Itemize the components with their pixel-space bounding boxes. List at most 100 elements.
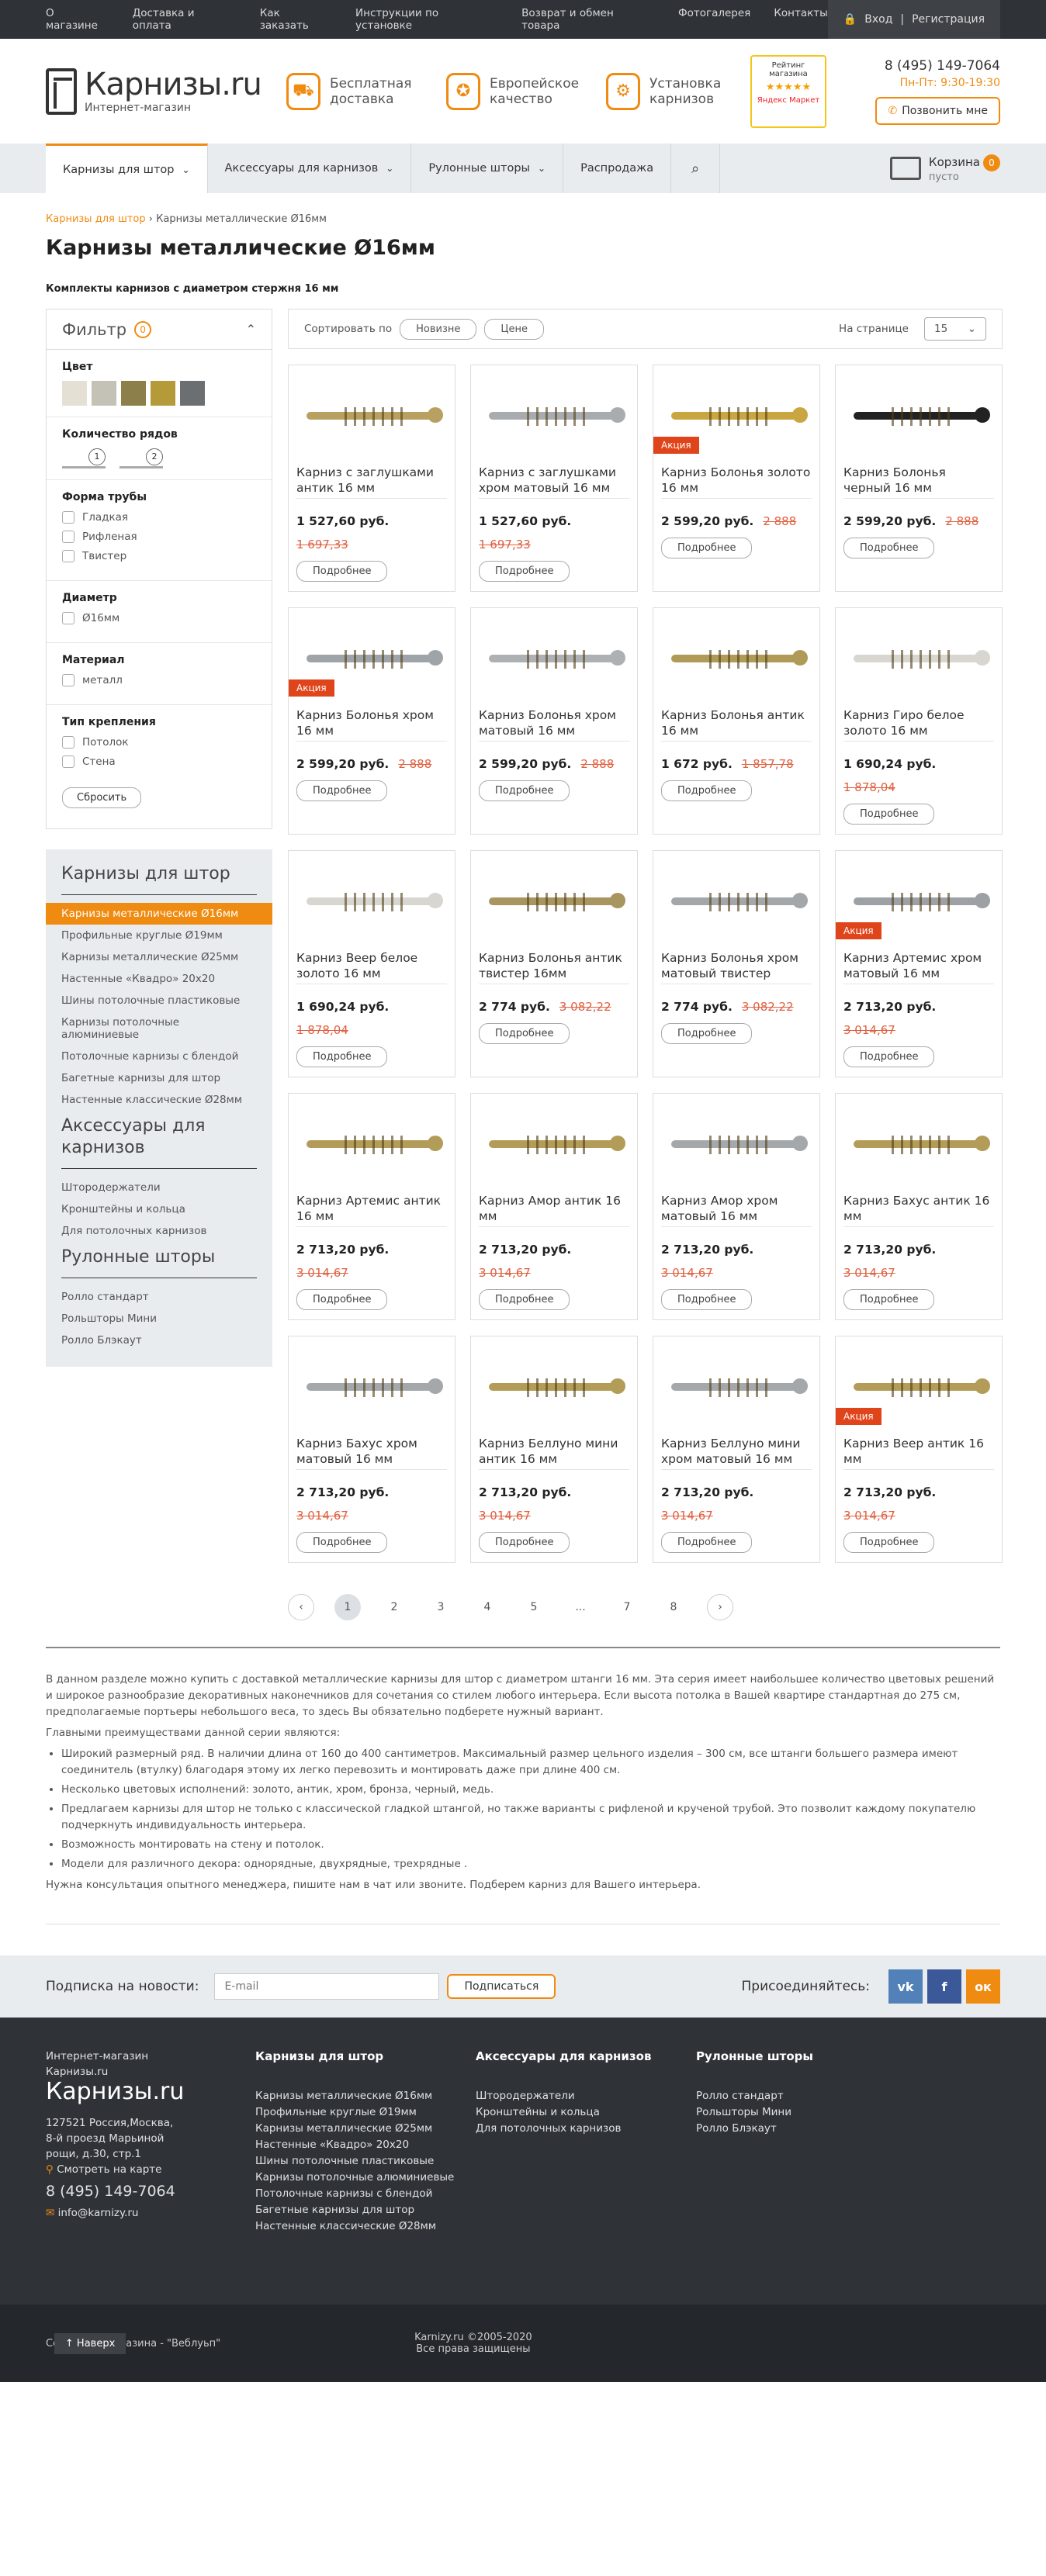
filter-option[interactable]: Гладкая	[62, 511, 256, 524]
details-button[interactable]: Подробнее	[843, 538, 935, 558]
page-link[interactable]: 2	[381, 1594, 407, 1620]
register-link[interactable]: Регистрация	[912, 13, 985, 26]
product-name[interactable]: Карниз Амор антик 16 мм	[479, 1193, 629, 1227]
nav-sale[interactable]: Распродажа	[563, 143, 672, 193]
product-name[interactable]: Карниз Беллуно мини антик 16 мм	[479, 1436, 629, 1470]
details-button[interactable]: Подробнее	[296, 1289, 388, 1310]
details-button[interactable]: Подробнее	[296, 1532, 388, 1553]
details-button[interactable]: Подробнее	[479, 1023, 570, 1044]
top-nav-link[interactable]: Контакты	[774, 7, 827, 32]
color-swatch[interactable]	[151, 381, 175, 406]
breadcrumb-home[interactable]: Карнизы для штор	[46, 213, 146, 225]
page-link[interactable]: 4	[474, 1594, 500, 1620]
details-button[interactable]: Подробнее	[479, 1532, 570, 1553]
product-name[interactable]: Карниз Болонья хром матовый 16 мм	[479, 707, 629, 742]
category-link[interactable]: Багетные карнизы для штор	[46, 1067, 272, 1089]
product-image[interactable]	[296, 1101, 447, 1187]
product-image[interactable]	[479, 1344, 629, 1430]
product-card[interactable]: Карниз с заглушками антик 16 мм 1 527,60 …	[288, 365, 455, 592]
details-button[interactable]: Подробнее	[661, 780, 753, 801]
color-swatch[interactable]	[92, 381, 116, 406]
category-link[interactable]: Профильные круглые Ø19мм	[46, 925, 272, 946]
product-name[interactable]: Карниз Артемис хром матовый 16 мм	[843, 950, 994, 984]
footer-link[interactable]: Багетные карнизы для штор	[255, 2202, 476, 2218]
footer-link[interactable]: Кронштейны и кольца	[476, 2104, 696, 2121]
footer-logo[interactable]: Карнизы.ru	[46, 2080, 255, 2104]
checkbox[interactable]	[62, 612, 74, 624]
product-card[interactable]: Карниз Гиро белое золото 16 мм 1 690,24 р…	[835, 607, 1003, 835]
details-button[interactable]: Подробнее	[843, 1532, 935, 1553]
product-image[interactable]	[661, 1344, 812, 1430]
product-name[interactable]: Карниз Гиро белое золото 16 мм	[843, 707, 994, 742]
footer-link[interactable]: Настенные классические Ø28мм	[255, 2218, 476, 2235]
category-link[interactable]: Потолочные карнизы с блендой	[46, 1046, 272, 1067]
footer-link[interactable]: Ролло Блэкаут	[696, 2121, 916, 2137]
page-link[interactable]: 3	[428, 1594, 454, 1620]
odnoklassniki-icon[interactable]: ок	[966, 1969, 1000, 2004]
product-name[interactable]: Карниз с заглушками антик 16 мм	[296, 465, 447, 499]
sort-new-button[interactable]: Новизне	[400, 318, 477, 340]
page-link[interactable]: 5	[521, 1594, 547, 1620]
checkbox[interactable]	[62, 674, 74, 686]
category-link[interactable]: Ролло Блэкаут	[46, 1329, 272, 1351]
category-link[interactable]: Рольшторы Мини	[46, 1308, 272, 1329]
product-name[interactable]: Карниз Веер белое золото 16 мм	[296, 950, 447, 984]
product-name[interactable]: Карниз Артемис антик 16 мм	[296, 1193, 447, 1227]
product-card[interactable]: Акция Карниз Болонья золото 16 мм 2 599,20…	[653, 365, 820, 592]
vk-icon[interactable]: vk	[888, 1969, 923, 2004]
product-image[interactable]: Акция	[289, 616, 447, 701]
logo[interactable]: Карнизы.ru Интернет-магазин	[46, 67, 286, 115]
product-name[interactable]: Карниз Болонья золото 16 мм	[661, 465, 812, 499]
details-button[interactable]: Подробнее	[661, 538, 753, 558]
product-name[interactable]: Карниз Болонья хром 16 мм	[296, 707, 447, 742]
product-image[interactable]	[479, 373, 629, 458]
details-button[interactable]: Подробнее	[296, 780, 388, 801]
product-name[interactable]: Карниз Беллуно мини хром матовый 16 мм	[661, 1436, 812, 1470]
page-link[interactable]: ...	[567, 1594, 594, 1620]
footer-link[interactable]: Шины потолочные пластиковые	[255, 2153, 476, 2170]
checkbox[interactable]	[62, 550, 74, 562]
category-link[interactable]: Штородержатели	[46, 1177, 272, 1198]
footer-link[interactable]: Карнизы потолочные алюминиевые	[255, 2170, 476, 2186]
top-nav-link[interactable]: Доставка и оплата	[133, 7, 237, 32]
color-swatch[interactable]	[121, 381, 146, 406]
search-icon[interactable]: ⌕	[671, 143, 721, 193]
filter-option[interactable]: Твистер	[62, 550, 256, 562]
product-card[interactable]: Карниз Амор антик 16 мм 2 713,20 руб. 3 01…	[470, 1093, 638, 1320]
product-image[interactable]	[843, 1101, 994, 1187]
details-button[interactable]: Подробнее	[661, 1289, 753, 1310]
email-field[interactable]: E-mail	[214, 1973, 440, 2000]
details-button[interactable]: Подробнее	[479, 780, 570, 801]
footer-link[interactable]: Ролло стандарт	[696, 2088, 916, 2104]
checkbox[interactable]	[62, 531, 74, 543]
sort-price-button[interactable]: Цене	[484, 318, 544, 340]
rating-badge[interactable]: Рейтинг магазина ★★★★★ Яндекс Маркет	[750, 54, 826, 128]
product-card[interactable]: Акция Карниз Болонья хром 16 мм 2 599,20 р…	[288, 607, 455, 835]
product-image[interactable]	[843, 373, 994, 458]
category-link[interactable]: Карнизы потолочные алюминиевые	[46, 1011, 272, 1046]
product-card[interactable]: Карниз Болонья хром матовый 16 мм 2 599,2…	[470, 607, 638, 835]
rows-2-option[interactable]: 2	[119, 448, 163, 469]
product-image[interactable]	[661, 616, 812, 701]
details-button[interactable]: Подробнее	[296, 561, 388, 582]
page-link[interactable]: 8	[660, 1594, 687, 1620]
product-card[interactable]: Карниз Болонья хром матовый твистер 2 774…	[653, 850, 820, 1077]
product-card[interactable]: Карниз Беллуно мини антик 16 мм 2 713,20 …	[470, 1336, 638, 1563]
details-button[interactable]: Подробнее	[661, 1532, 753, 1553]
product-card[interactable]: Карниз Амор хром матовый 16 мм 2 713,20 р…	[653, 1093, 820, 1320]
category-link[interactable]: Ролло стандарт	[46, 1286, 272, 1308]
page-link[interactable]: 7	[614, 1594, 640, 1620]
top-nav-link[interactable]: Возврат и обмен товара	[521, 7, 655, 32]
product-image[interactable]	[296, 1344, 447, 1430]
product-name[interactable]: Карниз Бахус антик 16 мм	[843, 1193, 994, 1227]
scroll-up-button[interactable]: ↑ Наверх	[54, 2332, 126, 2354]
details-button[interactable]: Подробнее	[843, 1289, 935, 1310]
details-button[interactable]: Подробнее	[479, 561, 570, 582]
product-image[interactable]: Акция	[836, 1344, 994, 1430]
details-button[interactable]: Подробнее	[661, 1023, 753, 1044]
product-image[interactable]	[479, 859, 629, 944]
product-image[interactable]	[479, 1101, 629, 1187]
product-name[interactable]: Карниз Болонья антик 16 мм	[661, 707, 812, 742]
filter-option[interactable]: Ø16мм	[62, 612, 256, 624]
product-card[interactable]: Карниз Веер белое золото 16 мм 1 690,24 р…	[288, 850, 455, 1077]
